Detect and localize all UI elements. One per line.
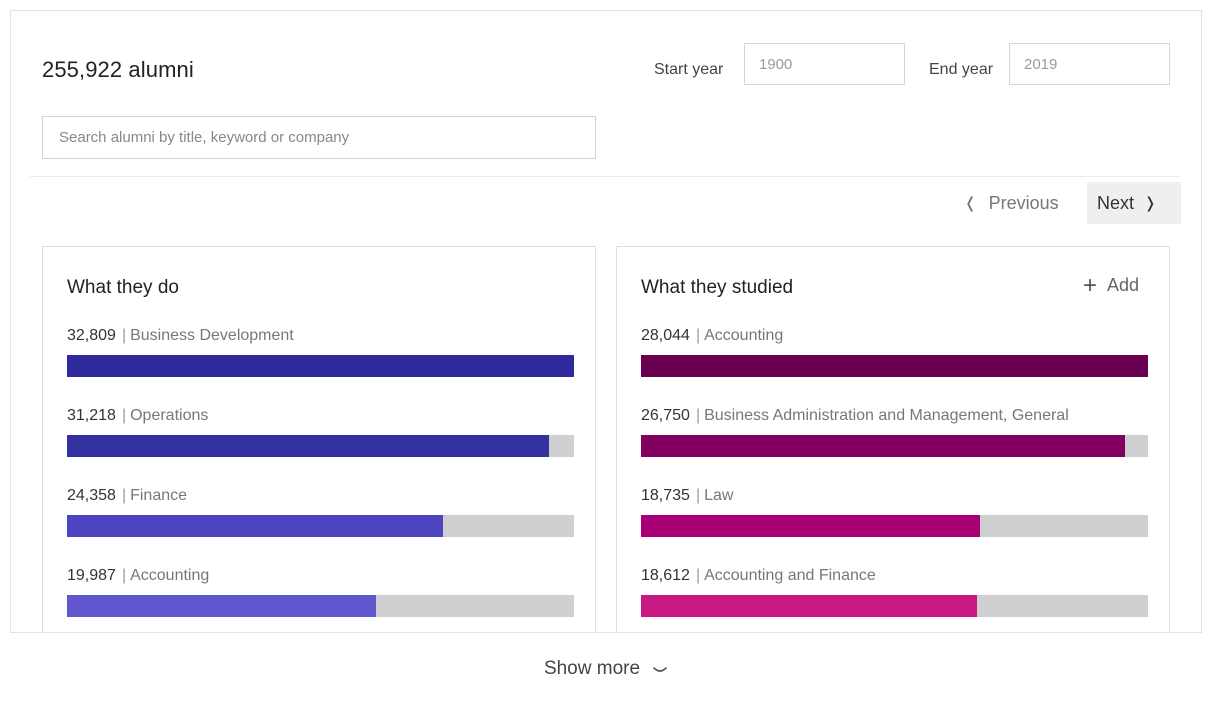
what-they-do-bar-track [67, 435, 574, 457]
next-button[interactable]: Next ❭ [1087, 182, 1181, 224]
show-more-button[interactable]: Show more [10, 632, 1202, 705]
what-they-studied-count: 18,612 [641, 567, 690, 584]
add-button[interactable]: + Add [1082, 271, 1139, 299]
start-year-input[interactable] [744, 43, 905, 85]
what-they-do-bar-track [67, 355, 574, 377]
what-they-studied-row-label: 28,044 | Accounting [641, 327, 1148, 349]
what-they-do-bar-track [67, 595, 574, 617]
what-they-do-count: 24,358 [67, 487, 116, 504]
what-they-do-row[interactable]: 31,218 | Operations [67, 407, 574, 457]
chevron-left-icon: ❬ [964, 195, 977, 212]
separator: | [121, 327, 127, 344]
what-they-studied-bar-track [641, 595, 1148, 617]
header-divider [30, 176, 1180, 177]
what-they-studied-bar [641, 355, 1148, 377]
separator: | [695, 327, 701, 344]
what-they-do-row-label: 24,358 | Finance [67, 487, 574, 509]
start-year-label: Start year [654, 61, 724, 78]
what-they-do-name: Finance [130, 487, 188, 504]
what-they-studied-row-label: 18,612 | Accounting and Finance [641, 567, 1148, 589]
what-they-do-name: Operations [130, 407, 209, 424]
what-they-studied-name: Accounting and Finance [704, 567, 876, 584]
what-they-do-name: Business Development [130, 327, 294, 344]
chevron-right-icon: ❭ [1144, 195, 1157, 212]
add-label: Add [1106, 275, 1139, 295]
what-they-studied-title: What they studied [641, 277, 794, 298]
what-they-studied-row[interactable]: 18,612 | Accounting and Finance [641, 567, 1148, 617]
what-they-studied-panel: What they studied + Add 28,044 | Accountin… [616, 246, 1170, 646]
what-they-studied-bar [641, 595, 978, 617]
what-they-do-panel: What they do 32,809 | Business Development… [42, 246, 596, 646]
what-they-studied-row[interactable]: 18,735 | Law [641, 487, 1148, 537]
what-they-studied-name: Law [704, 487, 734, 504]
separator: | [121, 567, 127, 584]
what-they-do-row-label: 32,809 | Business Development [67, 327, 574, 349]
what-they-studied-count: 18,735 [641, 487, 690, 504]
what-they-studied-count: 26,750 [641, 407, 690, 424]
alumni-search-input[interactable] [42, 116, 596, 159]
alumni-count-title: 255,922 alumni [42, 57, 194, 82]
what-they-do-bar-track [67, 515, 574, 537]
show-more-label: Show more [543, 658, 641, 679]
what-they-studied-bar [641, 435, 1125, 457]
separator: | [695, 487, 701, 504]
what-they-studied-row-label: 18,735 | Law [641, 487, 1148, 509]
what-they-studied-bar [641, 515, 980, 537]
what-they-studied-name: Business Administration and Management, … [704, 407, 1069, 424]
separator: | [695, 407, 701, 424]
what-they-do-row-label: 31,218 | Operations [67, 407, 574, 429]
what-they-do-bar [67, 355, 574, 377]
chevron-down-icon [652, 662, 668, 678]
what-they-do-count: 32,809 [67, 327, 116, 344]
end-year-input[interactable] [1009, 43, 1170, 85]
next-label: Next [1097, 192, 1135, 213]
what-they-studied-bar-track [641, 515, 1148, 537]
what-they-do-title: What they do [67, 277, 179, 298]
separator: | [121, 407, 127, 424]
what-they-do-bar [67, 515, 444, 537]
what-they-do-row[interactable]: 32,809 | Business Development [67, 327, 574, 377]
what-they-do-bar [67, 435, 550, 457]
end-year-label: End year [929, 61, 994, 78]
previous-label: Previous [988, 192, 1059, 213]
what-they-studied-bar-track [641, 355, 1148, 377]
what-they-studied-name: Accounting [704, 327, 784, 344]
what-they-do-row-label: 19,987 | Accounting [67, 567, 574, 589]
what-they-do-name: Accounting [130, 567, 210, 584]
what-they-do-bar [67, 595, 376, 617]
what-they-studied-row[interactable]: 28,044 | Accounting [641, 327, 1148, 377]
previous-button[interactable]: ❬ Previous [958, 182, 1078, 224]
what-they-studied-row-label: 26,750 | Business Administration and Manag… [641, 407, 1148, 429]
plus-icon: + [1082, 271, 1097, 299]
what-they-do-row[interactable]: 19,987 | Accounting [67, 567, 574, 617]
what-they-do-count: 19,987 [67, 567, 116, 584]
what-they-do-row[interactable]: 24,358 | Finance [67, 487, 574, 537]
separator: | [695, 567, 701, 584]
what-they-do-count: 31,218 [67, 407, 116, 424]
what-they-studied-row[interactable]: 26,750 | Business Administration and Manag… [641, 407, 1148, 457]
what-they-studied-bar-track [641, 435, 1148, 457]
what-they-studied-count: 28,044 [641, 327, 690, 344]
separator: | [121, 487, 127, 504]
